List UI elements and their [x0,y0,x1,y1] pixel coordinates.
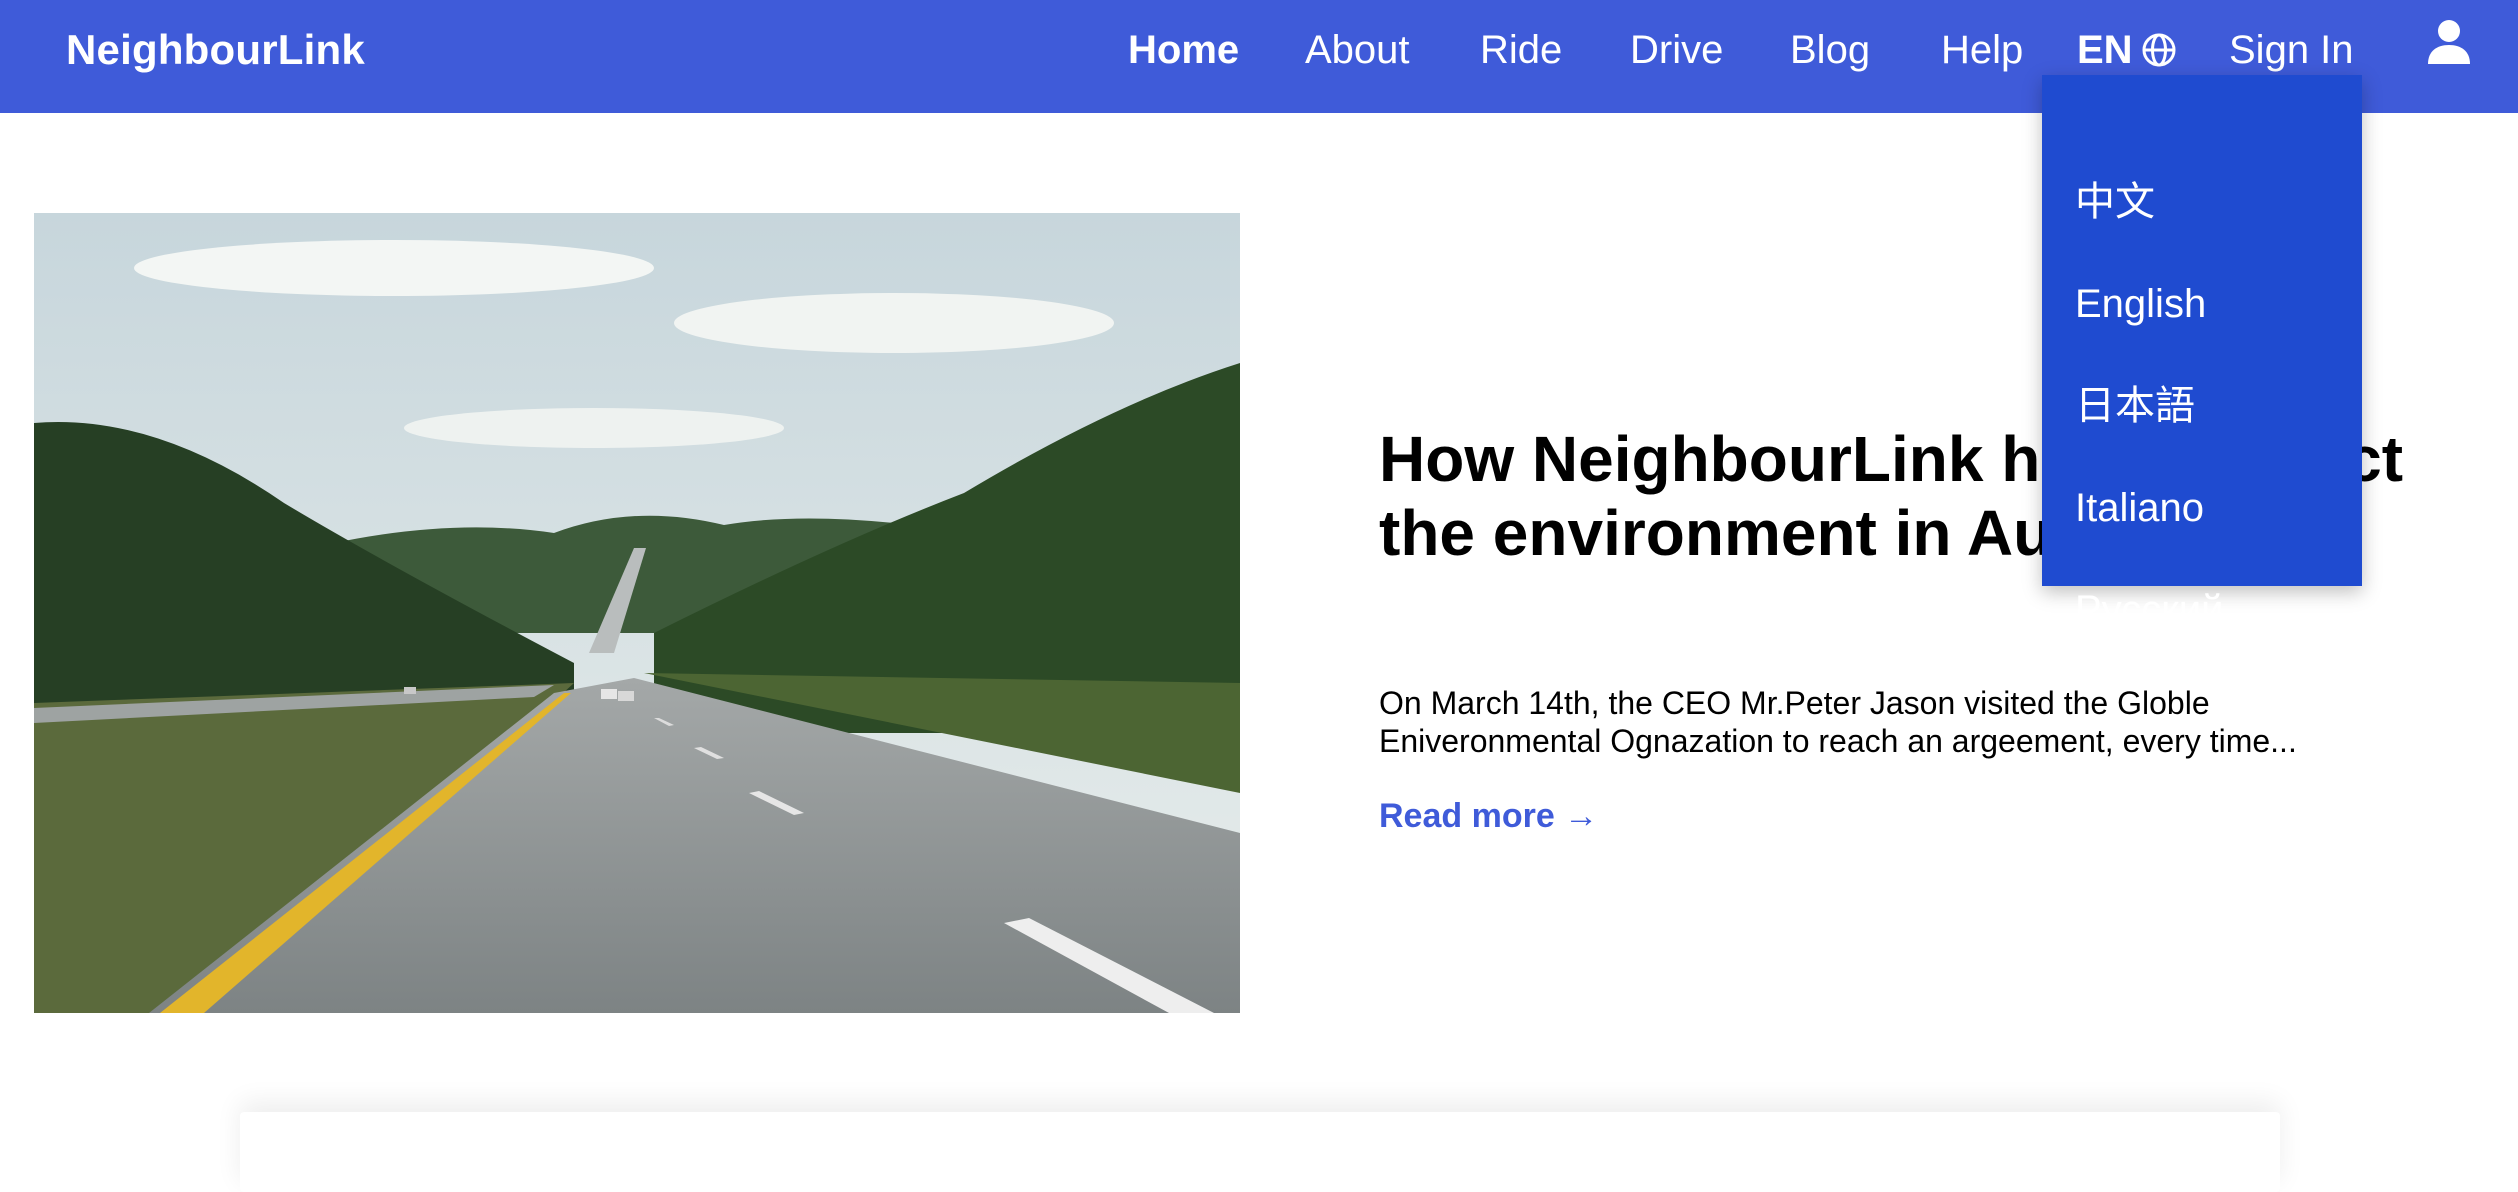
language-option-chinese[interactable]: 中文 [2075,177,2155,227]
language-selector[interactable]: EN [2077,24,2177,76]
globe-icon [2142,33,2176,67]
language-code: EN [2077,27,2133,72]
article-hero-image [34,213,1240,1013]
nav-link-blog[interactable]: Blog [1790,24,1870,76]
nav-link-ride[interactable]: Ride [1480,24,1562,76]
sign-in-link[interactable]: Sign In [2229,24,2354,76]
article-excerpt: On March 14th, the CEO Mr.Peter Jason vi… [1379,685,2297,759]
user-icon [2428,20,2470,64]
read-more-link[interactable]: Read more → [1379,793,1598,839]
nav-link-about[interactable]: About [1305,24,1410,76]
language-dropdown: 中文 English 日本語 Italiano Русский [2042,75,2362,632]
nav-link-home[interactable]: Home [1128,24,1239,76]
nav-link-drive[interactable]: Drive [1630,24,1723,76]
language-option-japanese[interactable]: 日本語 [2075,381,2195,431]
brand-logo[interactable]: NeighbourLink [66,24,365,76]
language-option-italian[interactable]: Italiano [2075,483,2204,533]
account-button[interactable] [2426,18,2472,68]
nav-link-help[interactable]: Help [1941,24,2023,76]
language-option-english[interactable]: English [2075,279,2206,329]
language-option-russian[interactable]: Русский [2075,585,2223,635]
next-article-card [240,1112,2280,1192]
